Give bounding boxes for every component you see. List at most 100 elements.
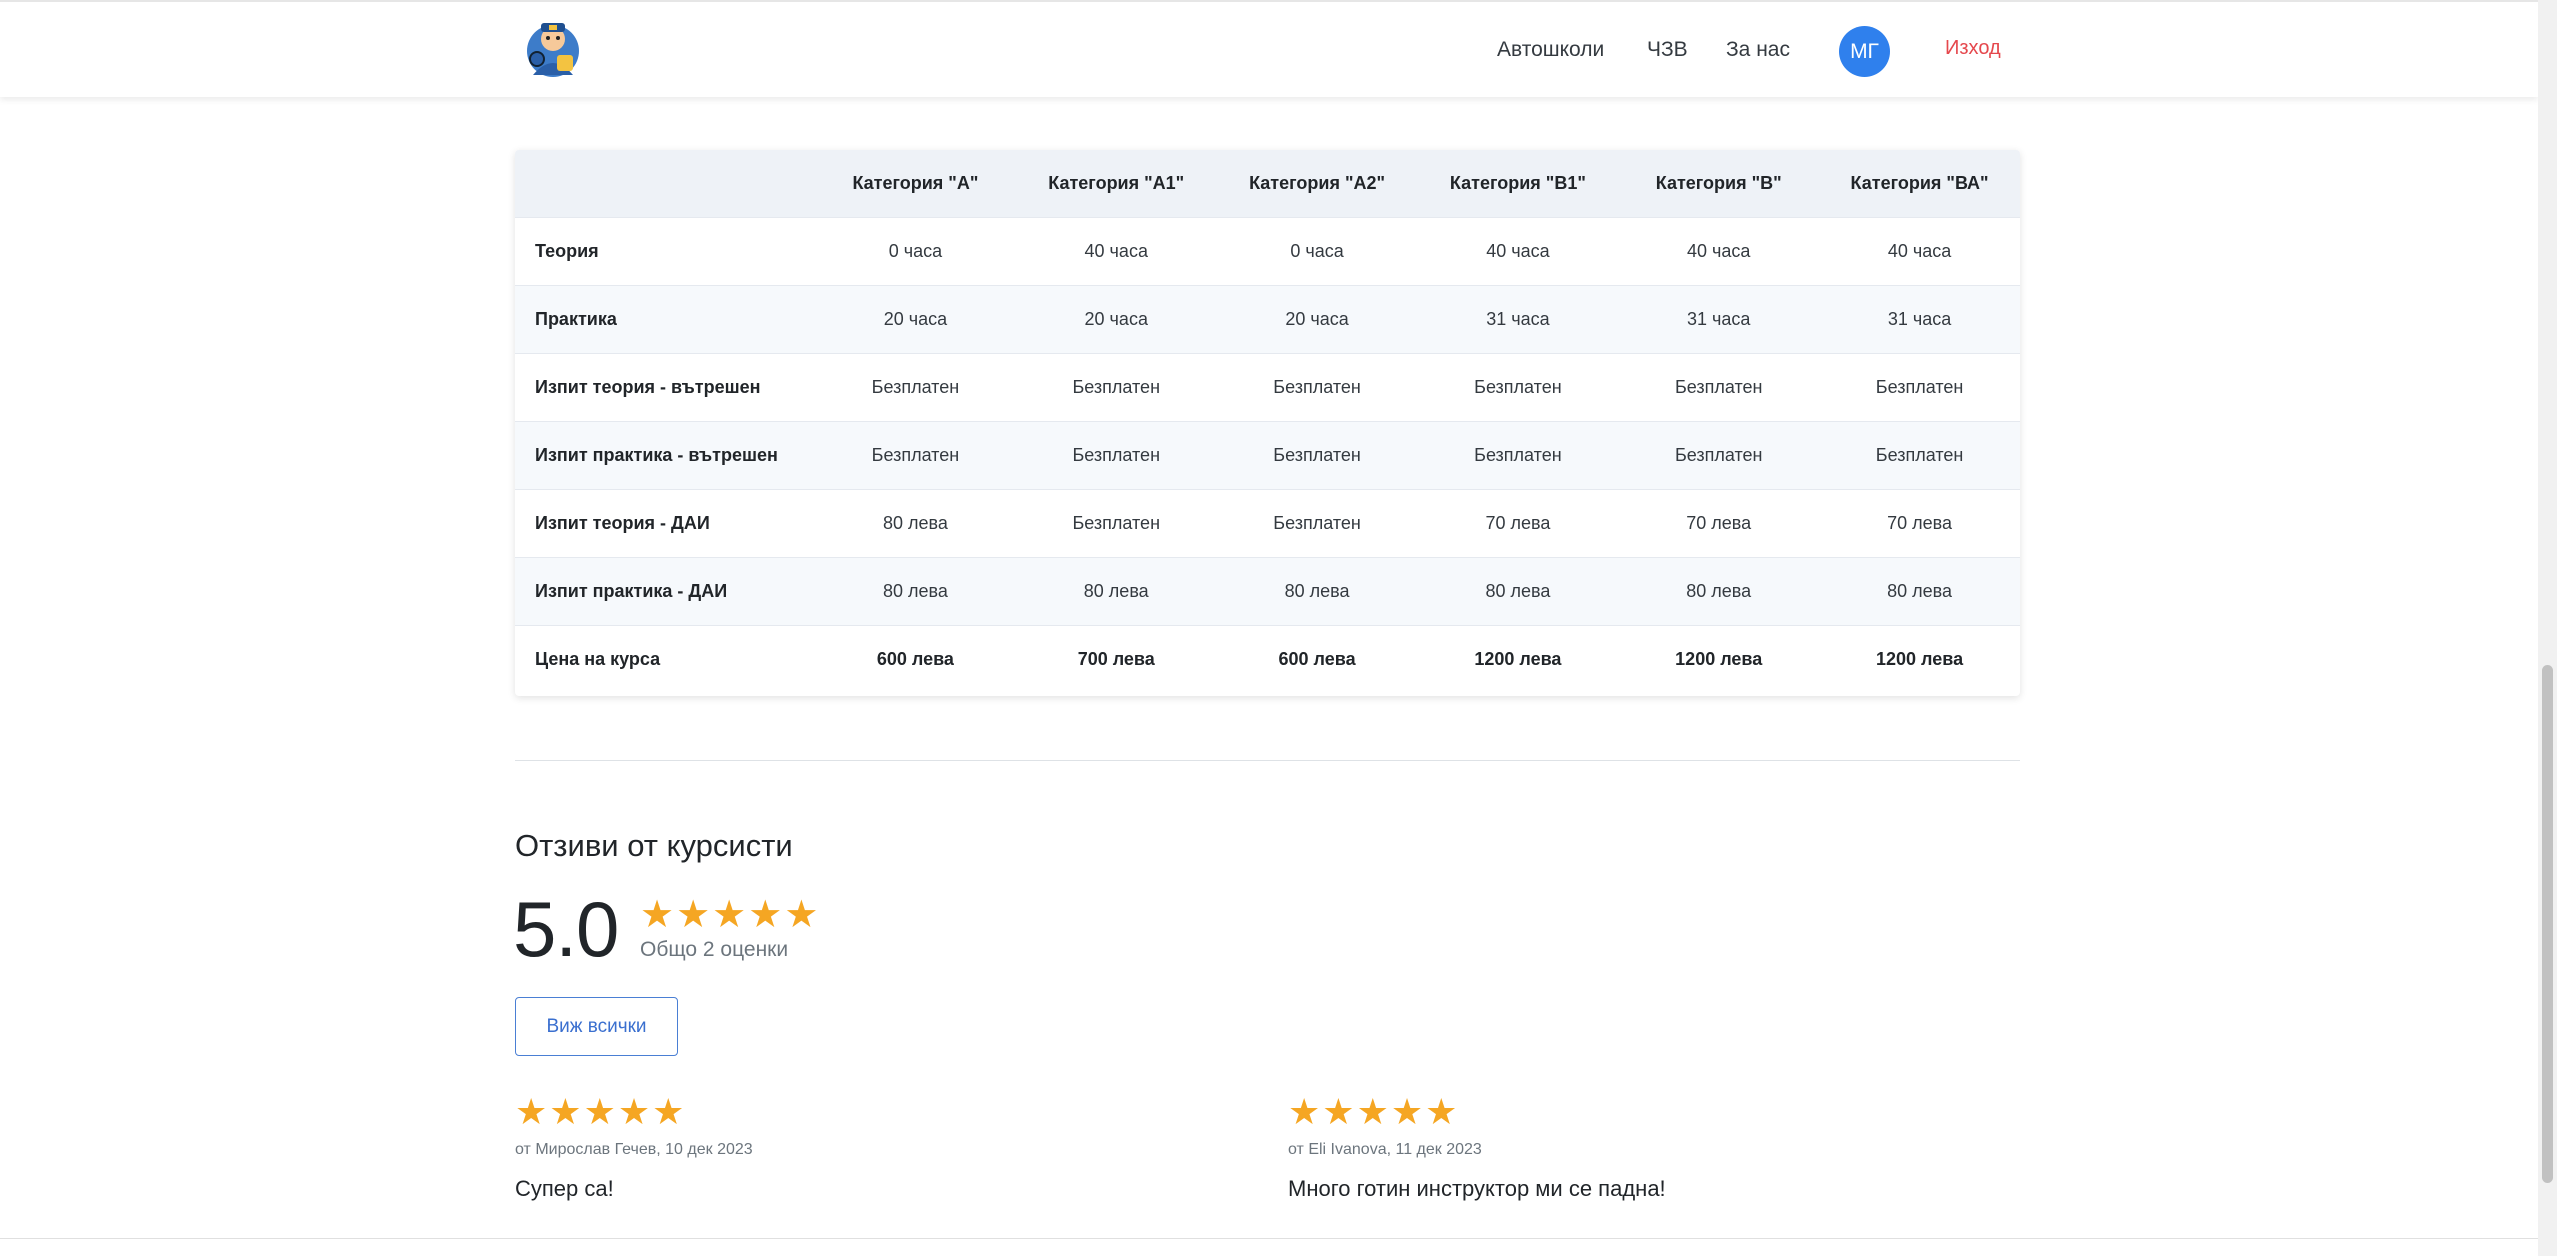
nav-link-faq[interactable]: ЧЗВ xyxy=(1647,38,1688,62)
star-icon: ★ xyxy=(1425,1091,1458,1132)
table-row: Изпит теория - вътрешен Безплатен Безпла… xyxy=(515,353,2020,421)
table-cell: 40 часа xyxy=(1887,240,1952,261)
row-label: Изпит теория - вътрешен xyxy=(535,376,761,397)
table-cell: Безплатен xyxy=(871,444,960,465)
table-row: Изпит практика - ДАИ 80 лева 80 лева 80 … xyxy=(515,557,2020,625)
table-cell: Безплатен xyxy=(1674,444,1763,465)
table-cell: 80 лева xyxy=(1083,580,1149,601)
table-cell: Безплатен xyxy=(871,376,960,397)
table-cell: 70 лева xyxy=(1485,512,1551,533)
row-label: Изпит практика - ДАИ xyxy=(535,580,728,601)
star-icon: ★ xyxy=(583,1091,616,1132)
table-header-cell: Категория "В1" xyxy=(1449,172,1586,193)
total-ratings-count: Общо 2 оценки xyxy=(640,938,789,961)
table-row: Изпит практика - вътрешен Безплатен Безп… xyxy=(515,421,2020,489)
star-icon: ★ xyxy=(515,1091,548,1132)
nav-link-driving-schools[interactable]: Автошколи xyxy=(1497,38,1604,62)
table-cell: 40 часа xyxy=(1486,240,1550,261)
row-label: Теория xyxy=(535,240,599,261)
star-icon: ★ xyxy=(748,894,783,936)
row-label: Практика xyxy=(535,308,617,329)
reviews-title: Отзиви от курсисти xyxy=(515,828,793,863)
table-row-total-price: Цена на курса 600 лева 700 лева 600 лева… xyxy=(515,625,2020,693)
star-icon: ★ xyxy=(652,1091,685,1132)
table-cell: 0 часа xyxy=(1290,240,1344,261)
table-cell: 1200 лева xyxy=(1474,648,1562,669)
review-text: Супер са! xyxy=(515,1176,614,1201)
star-icon: ★ xyxy=(1322,1091,1355,1132)
table-cell: 80 лева xyxy=(1485,580,1551,601)
table-header-row: Категория "А" Категория "А1" Категория "… xyxy=(515,150,2020,217)
footer-divider xyxy=(0,1238,2538,1239)
star-icon: ★ xyxy=(640,894,675,936)
table-cell: Безплатен xyxy=(1072,376,1161,397)
review-meta: от Eli Ivanova, 11 дек 2023 xyxy=(1288,1141,1482,1158)
top-navbar: Автошколи ЧЗВ За нас МГ Изход xyxy=(0,0,2538,97)
table-cell: 31 часа xyxy=(1687,308,1751,329)
table-header-cell: Категория "А" xyxy=(852,172,979,193)
review-stars: ★ ★ ★ ★ ★ xyxy=(1288,1094,1457,1130)
row-label: Изпит теория - ДАИ xyxy=(535,512,710,533)
table-cell: 31 часа xyxy=(1887,308,1952,329)
star-icon: ★ xyxy=(1356,1091,1389,1132)
table-header-cell: Категория "А1" xyxy=(1048,172,1185,193)
table-cell: Безплатен xyxy=(1474,376,1562,397)
table-cell: Безплатен xyxy=(1273,512,1361,533)
table-row: Теория 0 часа 40 часа 0 часа 40 часа 40 … xyxy=(515,217,2020,285)
star-icon: ★ xyxy=(1390,1091,1424,1132)
table-cell: 80 лева xyxy=(1887,580,1953,601)
table-cell: Безплатен xyxy=(1875,444,1964,465)
review-text: Много готин инструктор ми се падна! xyxy=(1288,1176,1666,1201)
row-label: Изпит практика - вътрешен xyxy=(535,444,778,465)
section-divider xyxy=(515,760,2020,761)
table-cell: 70 лева xyxy=(1686,512,1752,533)
table-header-cell: Категория "А2" xyxy=(1249,172,1386,193)
table-cell: 700 лева xyxy=(1077,648,1155,669)
review-stars: ★ ★ ★ ★ ★ xyxy=(515,1094,684,1130)
logout-link[interactable]: Изход xyxy=(1945,37,2001,60)
table-cell: 80 лева xyxy=(1686,580,1752,601)
view-all-button[interactable]: Виж всички xyxy=(515,997,678,1056)
table-cell: Безплатен xyxy=(1875,376,1964,397)
table-cell: 80 лева xyxy=(882,580,948,601)
table-cell: 1200 лева xyxy=(1675,648,1763,669)
table-cell: 40 часа xyxy=(1084,240,1148,261)
table-header-cell: Категория "ВА" xyxy=(1850,172,1989,193)
star-icon: ★ xyxy=(676,894,711,936)
scrollbar-thumb[interactable] xyxy=(2542,665,2553,1183)
table-cell: 40 часа xyxy=(1687,240,1751,261)
star-icon: ★ xyxy=(712,894,747,936)
table-cell: 80 лева xyxy=(1284,580,1350,601)
table-cell: 80 лева xyxy=(882,512,948,533)
average-rating: 5.0 xyxy=(513,885,619,973)
table-cell: Безплатен xyxy=(1474,444,1562,465)
pricing-table-card: Категория "А" Категория "А1" Категория "… xyxy=(515,150,2020,696)
table-cell: Безплатен xyxy=(1072,512,1161,533)
page-scrollbar[interactable] xyxy=(2538,0,2557,1256)
table-cell: Безплатен xyxy=(1674,376,1763,397)
table-cell: 20 часа xyxy=(883,308,948,329)
table-cell: 1200 лева xyxy=(1876,648,1964,669)
average-rating-stars: ★ ★ ★ ★ ★ xyxy=(640,896,818,934)
table-header-cell: Категория "В" xyxy=(1655,172,1782,193)
table-cell: 31 часа xyxy=(1486,308,1550,329)
table-cell: Безплатен xyxy=(1273,376,1361,397)
review-meta: от Мирослав Гечев, 10 дек 2023 xyxy=(515,1141,753,1158)
page: Автошколи ЧЗВ За нас МГ Изход Категория … xyxy=(0,0,2557,1256)
nav-link-about[interactable]: За нас xyxy=(1726,38,1790,62)
row-label: Цена на курса xyxy=(535,648,661,669)
table-header-cell xyxy=(515,150,815,217)
table-cell: 20 часа xyxy=(1084,308,1148,329)
logo-icon[interactable] xyxy=(519,15,587,83)
table-cell: Безплатен xyxy=(1273,444,1361,465)
table-row: Изпит теория - ДАИ 80 лева Безплатен Без… xyxy=(515,489,2020,557)
star-icon: ★ xyxy=(1288,1091,1321,1132)
table-cell: Безплатен xyxy=(1072,444,1161,465)
table-cell: 600 лева xyxy=(1278,648,1356,669)
table-cell: 20 часа xyxy=(1285,308,1349,329)
table-row: Практика 20 часа 20 часа 20 часа 31 часа… xyxy=(515,285,2020,353)
star-icon: ★ xyxy=(784,894,819,936)
user-avatar[interactable]: МГ xyxy=(1839,26,1890,77)
table-cell: 600 лева xyxy=(876,648,954,669)
table-cell: 70 лева xyxy=(1887,512,1953,533)
